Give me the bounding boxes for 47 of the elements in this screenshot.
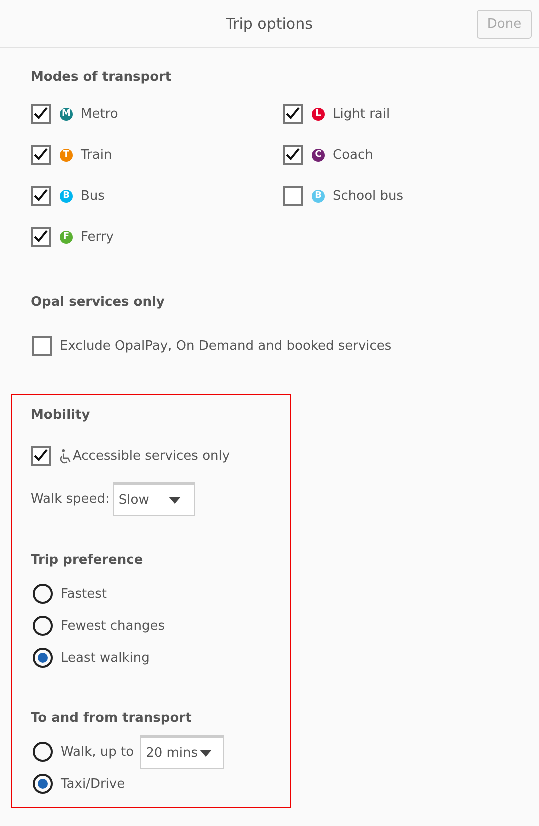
- mode-badge: T: [60, 148, 73, 162]
- walk-speed-label: Walk speed:: [31, 492, 110, 506]
- option-label: Accessible services only: [73, 448, 230, 464]
- mode-label: Light rail: [333, 106, 390, 122]
- caret-icon: [168, 496, 181, 504]
- section-heading: Modes of transport: [31, 70, 172, 85]
- mode-label: Ferry: [81, 230, 114, 244]
- mode-badge: B: [312, 190, 325, 202]
- window-title: Trip options: [226, 14, 313, 32]
- radio-button[interactable]: [33, 742, 53, 762]
- caret-icon: [200, 750, 212, 756]
- mode-badge: M: [60, 108, 73, 120]
- checkbox[interactable]: [32, 336, 52, 356]
- radio-button[interactable]: [33, 584, 53, 604]
- checkbox[interactable]: [283, 145, 303, 165]
- walk-speed-dropdown[interactable]: Slow: [112, 482, 195, 516]
- checkbox[interactable]: [31, 145, 51, 165]
- mode-badge: C: [312, 148, 325, 162]
- checkbox[interactable]: [31, 446, 51, 466]
- section-heading: Mobility: [31, 408, 90, 423]
- option-label: Least walking: [61, 650, 150, 666]
- option-label: Fastest: [61, 586, 107, 602]
- radio-button[interactable]: [33, 774, 53, 794]
- section-heading: Trip preference: [31, 553, 144, 568]
- checkbox[interactable]: [283, 186, 303, 206]
- walk-time-dropdown[interactable]: 20 mins: [140, 735, 224, 769]
- mode-badge: F: [60, 230, 73, 244]
- option-label: Fewest changes: [61, 618, 166, 634]
- mode-label: Bus: [81, 188, 105, 204]
- checkbox[interactable]: [31, 186, 51, 206]
- mode-badge: L: [312, 108, 325, 120]
- radio-button[interactable]: [33, 648, 53, 668]
- checkbox[interactable]: [283, 104, 303, 124]
- mode-label: Train: [81, 148, 112, 162]
- option-label: Exclude OpalPay, On Demand and booked services: [60, 338, 392, 354]
- mode-label: School bus: [333, 188, 404, 204]
- wheelchair-icon: [59, 448, 72, 464]
- radio-button[interactable]: [33, 616, 53, 636]
- checkbox[interactable]: [31, 104, 51, 124]
- option-label: Taxi/Drive: [61, 776, 126, 792]
- section-heading: To and from transport: [31, 711, 192, 726]
- mode-label: Metro: [81, 106, 118, 122]
- section-heading: Opal services only: [31, 295, 165, 310]
- mode-label: Coach: [333, 148, 374, 162]
- mode-badge: B: [60, 190, 73, 202]
- checkbox[interactable]: [31, 227, 51, 247]
- option-label: Walk, up to: [61, 744, 134, 760]
